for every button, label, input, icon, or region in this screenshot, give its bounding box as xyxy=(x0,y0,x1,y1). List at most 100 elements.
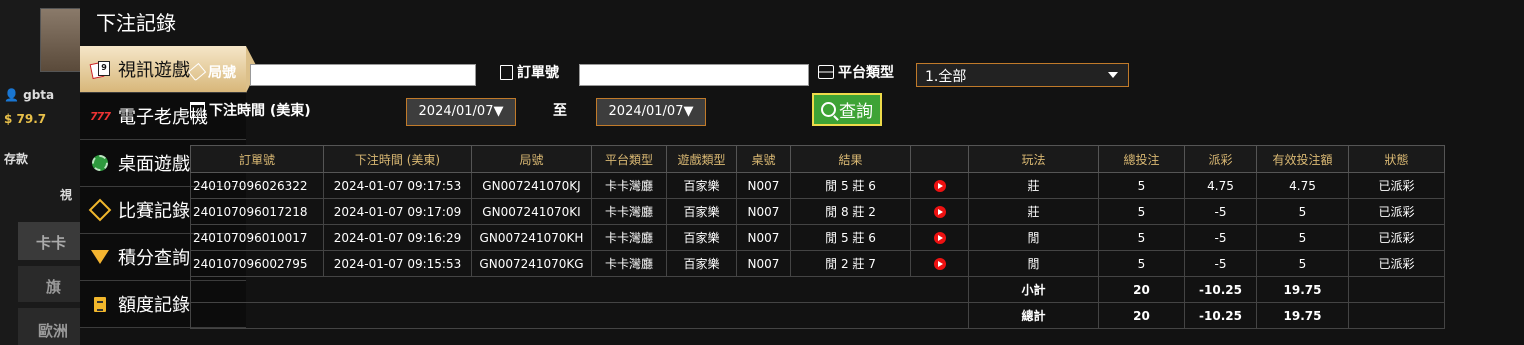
platform-label: 平台類型 xyxy=(818,62,894,82)
server-icon xyxy=(818,65,834,79)
game-type-cell: 百家樂 xyxy=(666,198,737,225)
play-replay-icon[interactable] xyxy=(933,258,946,270)
col-header: 桌號 xyxy=(736,145,791,173)
col-header: 總投注 xyxy=(1098,145,1185,173)
bet-time-cell: 2024-01-07 09:16:29 xyxy=(323,224,472,251)
bg-deposit-link[interactable]: 存款 xyxy=(4,150,28,167)
sidebar-item-label: 桌面遊戲 xyxy=(118,154,190,175)
valid-bet-cell: 5 xyxy=(1256,198,1349,225)
blank-cell xyxy=(190,276,969,303)
total-bet-cell: 5 xyxy=(1098,250,1185,277)
clipboard-icon xyxy=(500,64,513,80)
subtotal-bet: 20 xyxy=(1098,276,1185,303)
play-replay-icon[interactable] xyxy=(933,180,946,192)
bg-menu-item[interactable]: 卡卡 xyxy=(18,222,82,260)
status-cell: 已派彩 xyxy=(1348,172,1445,199)
platform-select[interactable]: 1.全部 xyxy=(916,63,1129,87)
slot-777-icon: 777 xyxy=(90,109,111,123)
result-cell: 閒 5 莊 6 xyxy=(790,224,911,251)
replay-cell xyxy=(910,224,969,251)
result-cell: 閒 5 莊 6 xyxy=(790,172,911,199)
play-replay-icon[interactable] xyxy=(933,206,946,218)
chevron-down-icon xyxy=(1108,72,1118,78)
search-icon xyxy=(821,102,836,117)
table-no-cell: N007 xyxy=(736,172,791,199)
bg-menu-item[interactable]: 歐洲 xyxy=(18,308,82,345)
modal-header: 下注記錄 xyxy=(80,0,1524,40)
order-id-cell: 240107096010017 xyxy=(190,224,324,251)
replay-cell xyxy=(910,250,969,277)
col-header: 局號 xyxy=(471,145,592,173)
bg-menu-item[interactable]: 旗 xyxy=(18,266,82,302)
round-cell: GN007241070KI xyxy=(471,198,592,225)
payout-cell: -5 xyxy=(1184,250,1257,277)
game-type-cell: 百家樂 xyxy=(666,172,737,199)
bg-row-text: 視 xyxy=(60,188,73,202)
game-type-cell: 百家樂 xyxy=(666,224,737,251)
bet-time-cell: 2024-01-07 09:17:53 xyxy=(323,172,472,199)
round-label: 局號 xyxy=(187,62,236,82)
col-header: 狀態 xyxy=(1348,145,1445,173)
valid-bet-cell: 5 xyxy=(1256,250,1349,277)
play-replay-icon[interactable] xyxy=(933,232,946,244)
game-type-cell: 百家樂 xyxy=(666,250,737,277)
platform-cell: 卡卡灣廳 xyxy=(591,172,667,199)
bet-time-cell: 2024-01-07 09:17:09 xyxy=(323,198,472,225)
col-header: 派彩 xyxy=(1184,145,1257,173)
gem-icon xyxy=(90,247,110,267)
total-payout: -10.25 xyxy=(1184,302,1257,329)
platform-cell: 卡卡灣廳 xyxy=(591,250,667,277)
query-button[interactable]: 查詢 xyxy=(812,93,882,126)
order-id-cell: 240107096002795 xyxy=(190,250,324,277)
valid-bet-cell: 5 xyxy=(1256,224,1349,251)
diamond-icon xyxy=(88,198,112,222)
col-header: 下注時間 (美東) xyxy=(323,145,472,173)
table-row: 240107096017218 2024-01-07 09:17:09 GN00… xyxy=(190,198,1445,225)
order-id-cell: 240107096026322 xyxy=(190,172,324,199)
table-row: 240107096026322 2024-01-07 09:17:53 GN00… xyxy=(190,172,1445,199)
sidebar-item-label: 額度記錄 xyxy=(118,295,190,316)
table-header-row: 訂單號 下注時間 (美東) 局號 平台類型 遊戲類型 桌號 結果 玩法 總投注 … xyxy=(190,145,1445,173)
status-cell: 已派彩 xyxy=(1348,224,1445,251)
col-header: 玩法 xyxy=(968,145,1099,173)
order-number-input[interactable] xyxy=(579,64,809,86)
replay-cell xyxy=(910,172,969,199)
result-cell: 閒 2 莊 7 xyxy=(790,250,911,277)
subtotal-valid: 19.75 xyxy=(1256,276,1349,303)
total-bet-cell: 5 xyxy=(1098,224,1185,251)
bet-type-cell: 閒 xyxy=(968,224,1099,251)
date-to-select[interactable]: 2024/01/07▼ xyxy=(596,98,706,126)
table-row: 240107096002795 2024-01-07 09:15:53 GN00… xyxy=(190,250,1445,277)
status-cell: 已派彩 xyxy=(1348,198,1445,225)
blank-cell xyxy=(190,302,969,329)
col-header: 有效投注額 xyxy=(1256,145,1349,173)
round-number-input[interactable] xyxy=(250,64,476,86)
table-no-cell: N007 xyxy=(736,250,791,277)
bg-user-label: 👤 gbta xyxy=(4,88,55,102)
document-icon xyxy=(90,294,110,314)
modal-title: 下注記錄 xyxy=(96,11,176,35)
calendar-icon xyxy=(190,102,205,118)
total-bet-cell: 5 xyxy=(1098,198,1185,225)
sidebar-item-label: 視訊遊戲 xyxy=(118,60,190,81)
blank-cell xyxy=(1348,302,1445,329)
col-header: 遊戲類型 xyxy=(666,145,737,173)
to-label: 至 xyxy=(553,103,567,119)
round-cell: GN007241070KJ xyxy=(471,172,592,199)
bet-records-table: 訂單號 下注時間 (美東) 局號 平台類型 遊戲類型 桌號 結果 玩法 總投注 … xyxy=(190,145,1445,329)
payout-cell: 4.75 xyxy=(1184,172,1257,199)
playing-cards-icon: 9 xyxy=(89,59,110,80)
bg-balance: $ 79.7 xyxy=(4,112,47,126)
bet-type-cell: 莊 xyxy=(968,172,1099,199)
date-from-select[interactable]: 2024/01/07▼ xyxy=(406,98,516,126)
total-row: 總計 20 -10.25 19.75 xyxy=(190,302,1445,329)
table-no-cell: N007 xyxy=(736,224,791,251)
bet-time-cell: 2024-01-07 09:15:53 xyxy=(323,250,472,277)
order-label: 訂單號 xyxy=(500,62,559,82)
result-cell: 閒 8 莊 2 xyxy=(790,198,911,225)
sidebar-item-label: 積分查詢 xyxy=(118,248,190,269)
user-avatar xyxy=(40,8,82,72)
sidebar-item-label: 比賽記錄 xyxy=(118,201,190,222)
round-cell: GN007241070KH xyxy=(471,224,592,251)
bet-type-cell: 閒 xyxy=(968,250,1099,277)
